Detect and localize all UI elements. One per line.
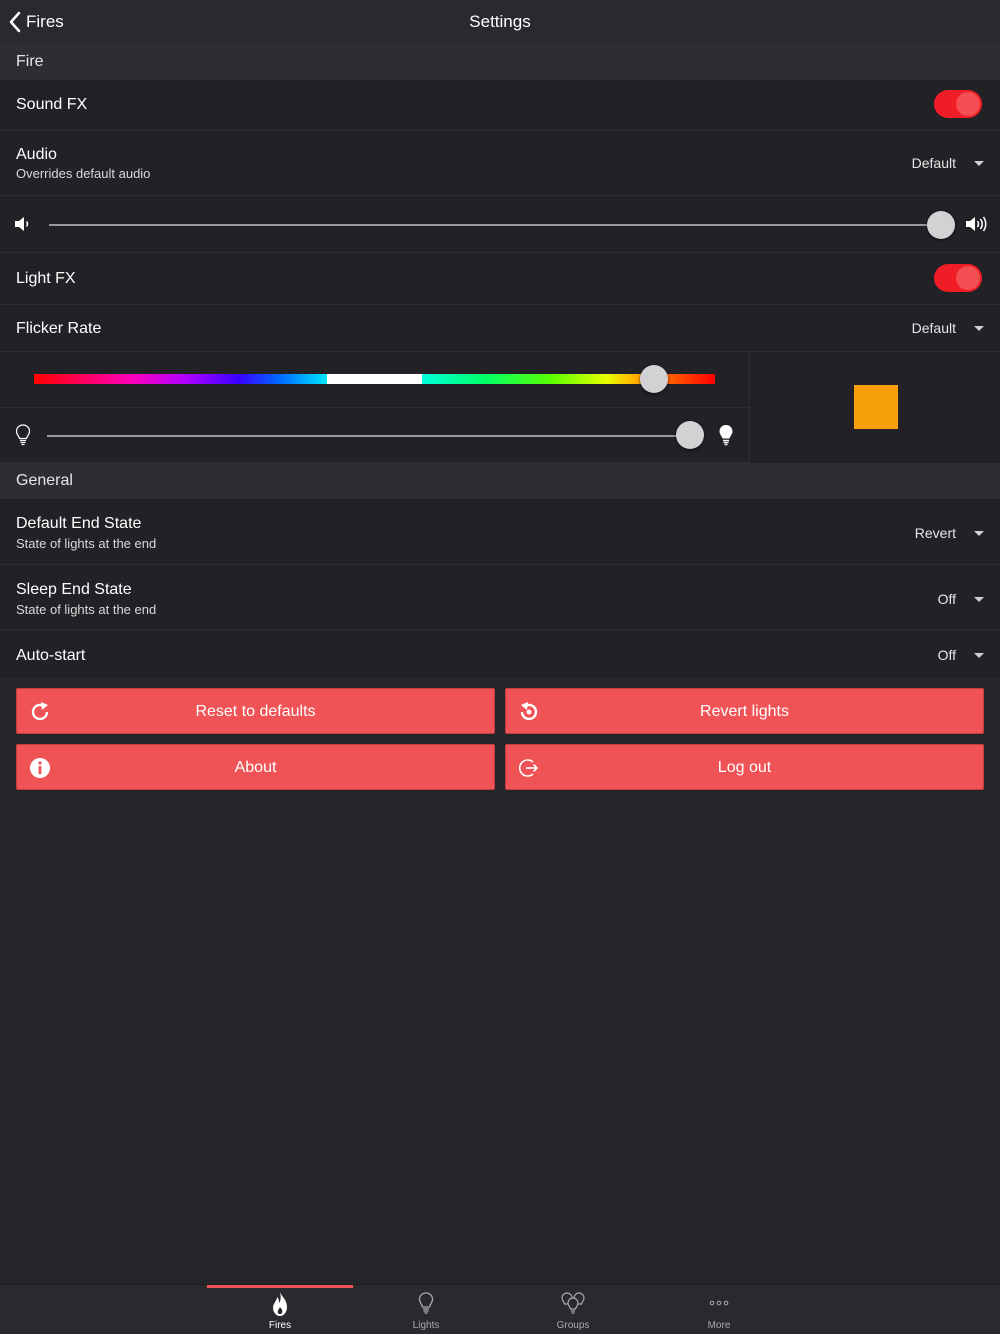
bulb-icon: [418, 1292, 434, 1314]
navigation-bar: Fires Settings: [0, 0, 1000, 44]
audio-label: Audio: [16, 146, 57, 163]
tab-more[interactable]: More: [646, 1285, 792, 1334]
flicker-rate-dropdown[interactable]: Default: [912, 320, 984, 336]
about-label: About: [234, 759, 277, 776]
sleep-end-state-dropdown[interactable]: Off: [938, 591, 984, 607]
volume-slider-track[interactable]: [49, 224, 941, 226]
hue-row: [0, 352, 749, 408]
tab-active-indicator: [207, 1285, 353, 1288]
sound-fx-row: Sound FX: [0, 80, 1000, 131]
volume-high-icon: [966, 216, 987, 232]
volume-row: [0, 196, 1000, 253]
revert-lights-button[interactable]: Revert lights: [505, 688, 984, 734]
color-swatch[interactable]: [854, 385, 898, 429]
volume-slider-thumb[interactable]: [927, 211, 955, 239]
auto-start-dropdown[interactable]: Off: [938, 647, 984, 663]
bulb-outline-icon: [15, 424, 31, 446]
default-end-state-row[interactable]: Default End State State of lights at the…: [0, 499, 1000, 565]
brightness-row: [0, 408, 749, 463]
light-fx-toggle[interactable]: [934, 264, 982, 292]
sleep-end-state-row[interactable]: Sleep End State State of lights at the e…: [0, 565, 1000, 630]
brightness-slider-track[interactable]: [47, 435, 690, 437]
audio-value: Default: [911, 155, 956, 171]
default-end-state-dropdown[interactable]: Revert: [915, 525, 984, 541]
caret-down-icon: [974, 652, 984, 658]
caret-down-icon: [974, 325, 984, 331]
audio-sublabel: Overrides default audio: [16, 166, 151, 181]
toggle-knob: [956, 92, 980, 116]
log-out-button[interactable]: Log out: [505, 744, 984, 790]
caret-down-icon: [974, 160, 984, 166]
auto-start-value: Off: [937, 647, 956, 663]
toggle-knob: [956, 266, 980, 290]
default-end-state-label: Default End State: [16, 515, 142, 532]
page-title: Settings: [469, 12, 531, 31]
sound-fx-toggle[interactable]: [934, 90, 982, 118]
default-end-state-sublabel: State of lights at the end: [16, 536, 157, 551]
more-dots-icon: [709, 1300, 729, 1306]
caret-down-icon: [974, 530, 984, 536]
light-fx-row: Light FX: [0, 253, 1000, 305]
auto-start-row[interactable]: Auto-start Off: [0, 630, 1000, 679]
sound-fx-label: Sound FX: [16, 96, 88, 113]
light-fx-label: Light FX: [16, 270, 76, 287]
tab-fires-label: Fires: [268, 1320, 292, 1331]
tab-more-label: More: [707, 1320, 731, 1331]
hue-slider-thumb[interactable]: [639, 365, 668, 393]
tab-bar: Fires Lights Groups More: [0, 1284, 1000, 1334]
hue-slider-track[interactable]: [34, 374, 715, 384]
sleep-end-state-sublabel: State of lights at the end: [16, 602, 157, 617]
tab-fires[interactable]: Fires: [207, 1285, 353, 1334]
audio-row[interactable]: Audio Overrides default audio Default: [0, 131, 1000, 196]
volume-low-icon: [15, 217, 29, 231]
flicker-rate-row[interactable]: Flicker Rate Default: [0, 305, 1000, 352]
sleep-end-state-value: Off: [937, 591, 956, 607]
flame-icon: [273, 1292, 287, 1316]
color-preview-panel: [749, 352, 1000, 463]
log-out-label: Log out: [717, 759, 772, 776]
default-end-state-value: Revert: [914, 525, 956, 541]
bulbs-group-icon: [561, 1292, 585, 1314]
flicker-rate-value: Default: [911, 320, 956, 336]
tab-groups[interactable]: Groups: [500, 1285, 646, 1334]
revert-lights-label: Revert lights: [700, 703, 789, 720]
audio-dropdown[interactable]: Default: [912, 155, 984, 171]
sleep-end-state-label: Sleep End State: [16, 581, 132, 598]
flicker-rate-label: Flicker Rate: [16, 320, 102, 337]
reset-to-defaults-button[interactable]: Reset to defaults: [16, 688, 495, 734]
bulb-filled-icon: [719, 425, 733, 446]
section-header-general: General: [0, 463, 1000, 499]
auto-start-label: Auto-start: [16, 647, 86, 664]
tab-lights-label: Lights: [412, 1320, 440, 1331]
caret-down-icon: [974, 596, 984, 602]
about-button[interactable]: About: [16, 744, 495, 790]
tab-lights[interactable]: Lights: [353, 1285, 499, 1334]
section-header-fire: Fire: [0, 44, 1000, 80]
tab-groups-label: Groups: [556, 1320, 590, 1331]
reset-to-defaults-label: Reset to defaults: [195, 703, 316, 720]
brightness-slider-thumb[interactable]: [676, 421, 704, 449]
